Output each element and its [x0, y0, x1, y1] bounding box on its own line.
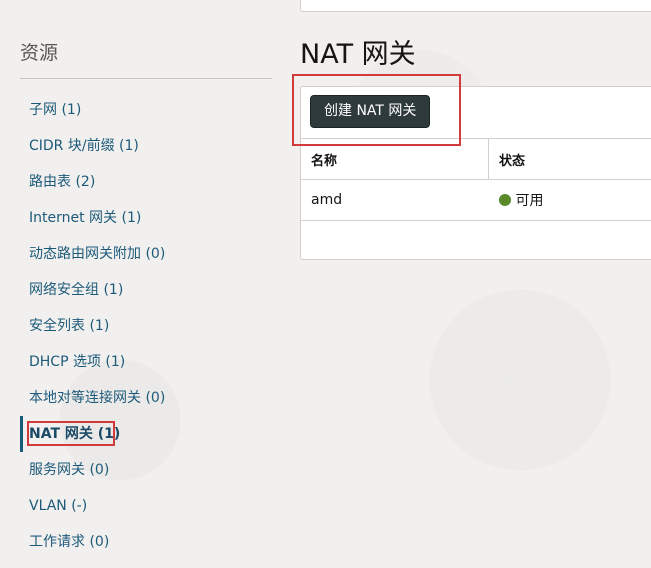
table-header-row: 名称 状态 [301, 138, 651, 180]
sidebar-title: 资源 [20, 42, 59, 64]
sidebar-item-security-lists[interactable]: 安全列表 (1) [20, 308, 272, 344]
sidebar-item-vlans[interactable]: VLAN (-) [20, 488, 272, 524]
nat-gateways-table: 名称 状态 amd 可用 [301, 138, 651, 221]
column-header-name[interactable]: 名称 [301, 138, 489, 180]
status-available-icon [498, 194, 511, 206]
sidebar-item-label: NAT 网关 (1) [29, 426, 121, 442]
sidebar-item-drg-attachments[interactable]: 动态路由网关附加 (0) [20, 236, 272, 272]
gateway-name-cell[interactable]: amd [301, 180, 489, 221]
sidebar-item-cidr-blocks[interactable]: CIDR 块/前缀 (1) [20, 128, 272, 164]
page-title: NAT 网关 [300, 39, 416, 70]
sidebar-item-local-peering-gateways[interactable]: 本地对等连接网关 (0) [20, 380, 272, 416]
gateway-status-cell: 可用 [489, 180, 651, 221]
status-label: 可用 [515, 193, 544, 209]
sidebar-item-internet-gateways[interactable]: Internet 网关 (1) [20, 200, 272, 236]
column-header-status[interactable]: 状态 [489, 139, 651, 180]
sidebar-divider [20, 78, 272, 79]
sidebar-item-work-requests[interactable]: 工作请求 (0) [20, 524, 272, 560]
resources-nav: 子网 (1) CIDR 块/前缀 (1) 路由表 (2) Internet 网关… [20, 92, 272, 560]
previous-card-edge [300, 0, 651, 12]
sidebar-item-subnets[interactable]: 子网 (1) [20, 92, 272, 128]
sidebar-item-service-gateways[interactable]: 服务网关 (0) [20, 452, 272, 488]
sidebar-item-route-tables[interactable]: 路由表 (2) [20, 164, 272, 200]
nat-gateways-table-card: 创建 NAT 网关 名称 状态 amd 可用 [300, 86, 651, 260]
sidebar-item-dhcp-options[interactable]: DHCP 选项 (1) [20, 344, 272, 380]
table-row: amd 可用 [301, 180, 651, 221]
sidebar-item-network-security-groups[interactable]: 网络安全组 (1) [20, 272, 272, 308]
sidebar-item-nat-gateways[interactable]: NAT 网关 (1) [20, 416, 272, 452]
create-nat-gateway-button[interactable]: 创建 NAT 网关 [310, 95, 431, 128]
